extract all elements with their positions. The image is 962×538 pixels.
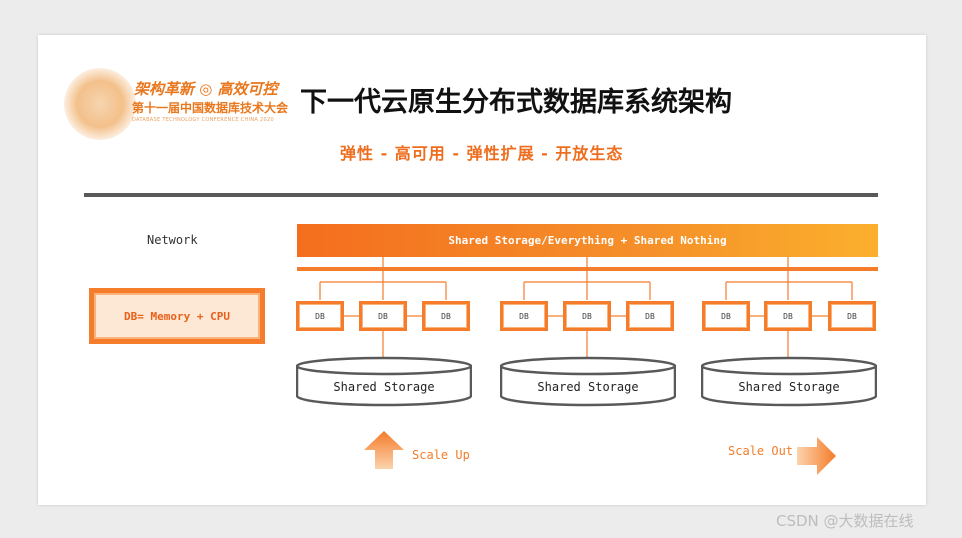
arrow-right-icon	[797, 437, 836, 475]
db-node: DB	[828, 301, 876, 331]
db-node: DB	[702, 301, 750, 331]
db-node: DB	[626, 301, 674, 331]
shared-storage-label: Shared Storage	[537, 380, 639, 394]
db-node: DB	[563, 301, 611, 331]
db-node: DB	[500, 301, 548, 331]
arrow-up-icon	[364, 431, 404, 469]
shared-storage-label: Shared Storage	[738, 380, 840, 394]
db-node: DB	[359, 301, 407, 331]
watermark: CSDN @大数据在线	[776, 512, 914, 530]
shared-storage-label: Shared Storage	[333, 380, 435, 394]
shared-storage-cylinder: Shared Storage	[295, 356, 473, 407]
scale-out-label: Scale Out	[728, 444, 794, 458]
db-node: DB	[296, 301, 344, 331]
scale-up-label: Scale Up	[412, 448, 470, 462]
db-node: DB	[422, 301, 470, 331]
shared-storage-cylinder: Shared Storage	[700, 356, 878, 407]
db-node: DB	[764, 301, 812, 331]
shared-storage-cylinder: Shared Storage	[499, 356, 677, 407]
